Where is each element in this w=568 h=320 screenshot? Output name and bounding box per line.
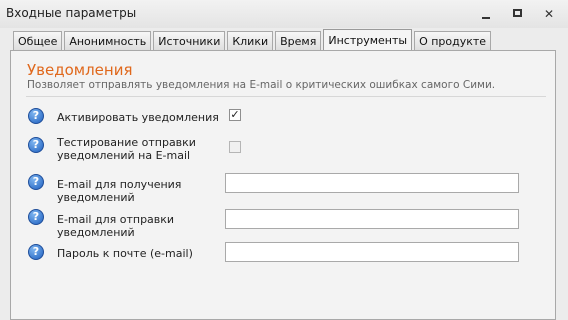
help-icon[interactable]: ? xyxy=(28,244,44,260)
help-icon[interactable]: ? xyxy=(28,137,44,153)
tab-tools[interactable]: Инструменты xyxy=(323,29,413,50)
email-send-input[interactable] xyxy=(225,209,519,229)
activate-notifications-label: Активировать уведомления xyxy=(57,111,219,124)
tab-sources[interactable]: Источники xyxy=(153,31,226,50)
email-send-label: E-mail для отправки уведомлений xyxy=(57,213,174,239)
tab-strip: Общее Анонимность Источники Клики Время … xyxy=(13,29,493,51)
tab-clicks[interactable]: Клики xyxy=(227,31,274,50)
minimize-icon xyxy=(482,17,490,19)
test-notifications-label-line1: Тестирование отправки xyxy=(57,136,196,149)
email-send-label-line2: уведомлений xyxy=(57,226,135,239)
close-button[interactable]: ✕ xyxy=(541,6,557,22)
section-description: Позволяет отправлять уведомления на E-ma… xyxy=(27,79,496,91)
help-icon[interactable]: ? xyxy=(28,174,44,190)
email-receive-label-line1: E-mail для получения xyxy=(57,178,182,191)
test-notifications-checkbox[interactable] xyxy=(229,141,241,153)
help-icon[interactable]: ? xyxy=(28,209,44,225)
test-notifications-label: Тестирование отправки уведомлений на E-m… xyxy=(57,136,196,162)
section-divider xyxy=(26,96,546,97)
activate-notifications-checkbox[interactable]: ✓ xyxy=(229,109,241,121)
email-receive-label: E-mail для получения уведомлений xyxy=(57,178,181,204)
email-password-label: Пароль к почте (e-mail) xyxy=(57,247,193,260)
tab-anonymity[interactable]: Анонимность xyxy=(64,31,152,50)
email-password-input[interactable] xyxy=(225,242,519,262)
email-send-label-line1: E-mail для отправки xyxy=(57,213,175,226)
email-receive-label-line2: уведомлений xyxy=(57,191,135,204)
section-title: Уведомления xyxy=(27,61,133,79)
help-icon[interactable]: ? xyxy=(28,108,44,124)
minimize-button[interactable] xyxy=(478,6,494,22)
tab-general[interactable]: Общее xyxy=(13,31,63,50)
maximize-button[interactable] xyxy=(510,6,526,22)
tab-time[interactable]: Время xyxy=(275,31,322,50)
email-receive-input[interactable] xyxy=(225,173,519,193)
tab-about[interactable]: О продукте xyxy=(414,31,492,50)
title-bar: Входные параметры ✕ xyxy=(0,0,568,28)
window-title: Входные параметры xyxy=(6,6,137,20)
test-notifications-label-line2: уведомлений на E-mail xyxy=(57,149,191,162)
maximize-icon xyxy=(513,9,522,17)
